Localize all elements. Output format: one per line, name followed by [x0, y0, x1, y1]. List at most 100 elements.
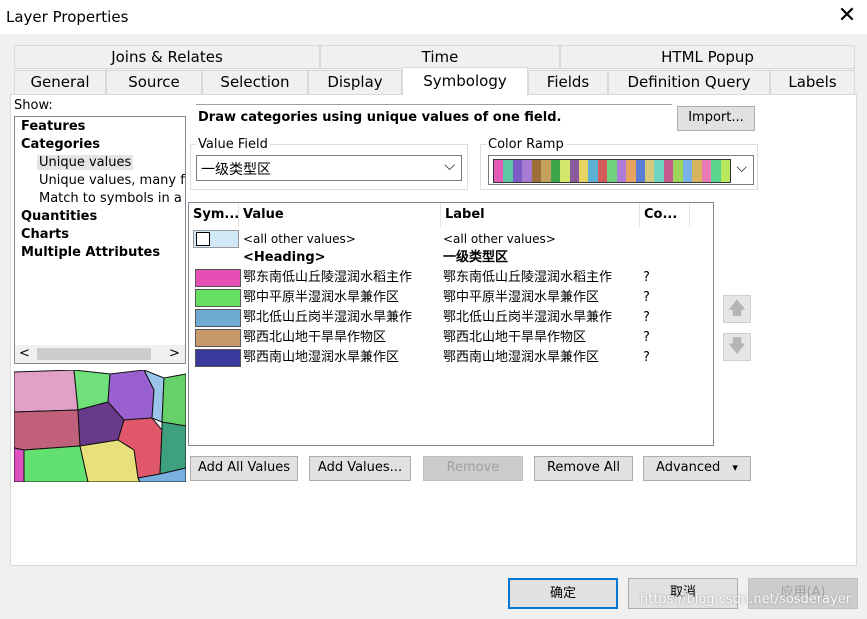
- symbol-grid[interactable]: Sym... Value Label Co... <all other valu…: [188, 202, 714, 446]
- label-cell[interactable]: <all other values>: [443, 230, 556, 248]
- value-cell[interactable]: 鄂西南山地湿润水旱兼作区: [243, 349, 399, 367]
- tree-item-charts[interactable]: Charts: [21, 227, 69, 242]
- show-label: Show:: [14, 98, 53, 113]
- count-cell: ?: [643, 330, 650, 345]
- color-ramp-stop: [654, 160, 664, 182]
- heading-label-cell[interactable]: 一级类型区: [443, 249, 508, 267]
- color-ramp-stop: [616, 160, 627, 182]
- color-ramp-label: Color Ramp: [486, 137, 566, 152]
- tree-scrollbar[interactable]: < >: [15, 345, 185, 363]
- tree-item-features[interactable]: Features: [21, 119, 85, 134]
- tree-item-quantities[interactable]: Quantities: [21, 209, 97, 224]
- tree-item-match-symbols[interactable]: Match to symbols in a sty: [39, 191, 185, 206]
- chevron-down-icon[interactable]: ⌵: [444, 158, 455, 174]
- color-ramp-stop: [701, 160, 712, 182]
- outline-symbol-icon: [196, 232, 210, 246]
- scroll-left-icon[interactable]: <: [19, 345, 30, 363]
- color-ramp-preview: [493, 159, 731, 183]
- color-ramp-stop: [597, 160, 608, 182]
- description-text: Draw categories using unique values of o…: [198, 110, 562, 125]
- value-cell[interactable]: <all other values>: [243, 230, 356, 248]
- label-cell[interactable]: 鄂北低山丘岗半湿润水旱兼作: [443, 309, 612, 327]
- add-all-values-button[interactable]: Add All Values: [190, 456, 298, 481]
- color-ramp-stop: [522, 160, 532, 182]
- color-ramp-stop: [588, 160, 598, 182]
- scroll-thumb[interactable]: [37, 348, 151, 360]
- count-cell: ?: [643, 290, 650, 305]
- chevron-down-icon[interactable]: ⌵: [736, 160, 747, 176]
- add-values-button[interactable]: Add Values...: [309, 456, 411, 481]
- color-ramp-stop: [578, 160, 589, 182]
- color-ramp-stop: [560, 160, 570, 182]
- color-ramp-stop: [494, 160, 504, 182]
- tab-time[interactable]: Time: [320, 45, 560, 69]
- tab-symbology[interactable]: Symbology: [402, 67, 528, 96]
- tab-source[interactable]: Source: [106, 70, 202, 95]
- symbol-swatch[interactable]: [195, 309, 241, 327]
- col-header-value[interactable]: Value: [239, 203, 441, 227]
- color-ramp-stop: [720, 160, 730, 182]
- label-cell[interactable]: 鄂西北山地干旱旱作物区: [443, 329, 586, 347]
- watermark-text: https://blog.csdn.net/sosderayer: [640, 592, 852, 607]
- label-cell[interactable]: 鄂东南低山丘陵湿润水稻主作: [443, 269, 612, 287]
- import-button[interactable]: Import...: [677, 106, 755, 131]
- remove-button[interactable]: Remove: [423, 456, 523, 481]
- color-ramp-stop: [503, 160, 513, 182]
- label-cell[interactable]: 鄂西南山地湿润水旱兼作区: [443, 349, 599, 367]
- ok-button[interactable]: 确定: [508, 578, 618, 609]
- col-header-symbol[interactable]: Sym...: [189, 203, 239, 227]
- symbol-swatch[interactable]: [195, 289, 241, 307]
- advanced-label: Advanced: [656, 460, 721, 475]
- tab-definition-query[interactable]: Definition Query: [608, 70, 770, 95]
- tab-joins-relates[interactable]: Joins & Relates: [14, 45, 320, 69]
- color-ramp-stop: [569, 160, 579, 182]
- remove-all-button[interactable]: Remove All: [534, 456, 633, 481]
- color-ramp-stop: [512, 160, 523, 182]
- value-field-label: Value Field: [196, 137, 270, 152]
- tree-item-multiple-attributes[interactable]: Multiple Attributes: [21, 245, 160, 260]
- window-title: Layer Properties: [6, 8, 129, 26]
- move-up-button[interactable]: 🡅: [723, 295, 751, 323]
- tree-item-unique-values[interactable]: Unique values: [37, 155, 134, 170]
- symbol-swatch[interactable]: [195, 269, 241, 287]
- count-cell: ?: [643, 350, 650, 365]
- tab-display[interactable]: Display: [308, 70, 402, 95]
- color-ramp-stop: [673, 160, 683, 182]
- col-header-count[interactable]: Co...: [640, 203, 690, 227]
- tab-selection[interactable]: Selection: [202, 70, 308, 95]
- heading-value-cell[interactable]: <Heading>: [243, 249, 326, 267]
- scroll-right-icon[interactable]: >: [169, 345, 180, 363]
- count-cell: ?: [643, 270, 650, 285]
- color-ramp-stop: [635, 160, 645, 182]
- close-icon[interactable]: ✕: [832, 2, 862, 32]
- dropdown-arrow-icon: ▾: [732, 461, 738, 474]
- tab-html-popup[interactable]: HTML Popup: [560, 45, 855, 69]
- color-ramp-stop: [711, 160, 721, 182]
- symbol-swatch[interactable]: [195, 349, 241, 367]
- tab-general[interactable]: General: [14, 70, 106, 95]
- color-ramp-stop: [692, 160, 702, 182]
- color-ramp-stop: [541, 160, 551, 182]
- value-cell[interactable]: 鄂北低山丘岗半湿润水旱兼作: [243, 309, 412, 327]
- value-cell[interactable]: 鄂中平原半湿润水旱兼作区: [243, 289, 399, 307]
- advanced-button[interactable]: Advanced ▾: [643, 456, 751, 481]
- col-header-label[interactable]: Label: [441, 203, 640, 227]
- tab-fields[interactable]: Fields: [528, 70, 608, 95]
- show-tree[interactable]: Features Categories Unique values Unique…: [14, 116, 186, 364]
- color-ramp-stop: [550, 160, 561, 182]
- tree-item-categories[interactable]: Categories: [21, 137, 100, 152]
- symbol-swatch[interactable]: [195, 329, 241, 347]
- color-ramp-stop: [663, 160, 674, 182]
- label-cell[interactable]: 鄂中平原半湿润水旱兼作区: [443, 289, 599, 307]
- tree-item-unique-values-many[interactable]: Unique values, many fiel: [39, 173, 185, 188]
- count-cell: ?: [643, 310, 650, 325]
- color-ramp-select[interactable]: ⌵: [488, 155, 754, 185]
- move-down-button[interactable]: 🡇: [723, 333, 751, 361]
- value-cell[interactable]: 鄂东南低山丘陵湿润水稻主作: [243, 269, 412, 287]
- value-field-value: 一级类型区: [201, 162, 271, 178]
- value-cell[interactable]: 鄂西北山地干旱旱作物区: [243, 329, 386, 347]
- tab-labels[interactable]: Labels: [770, 70, 855, 95]
- title-bar: [0, 0, 867, 34]
- color-ramp-stop: [682, 160, 693, 182]
- value-field-select[interactable]: 一级类型区 ⌵: [196, 155, 462, 181]
